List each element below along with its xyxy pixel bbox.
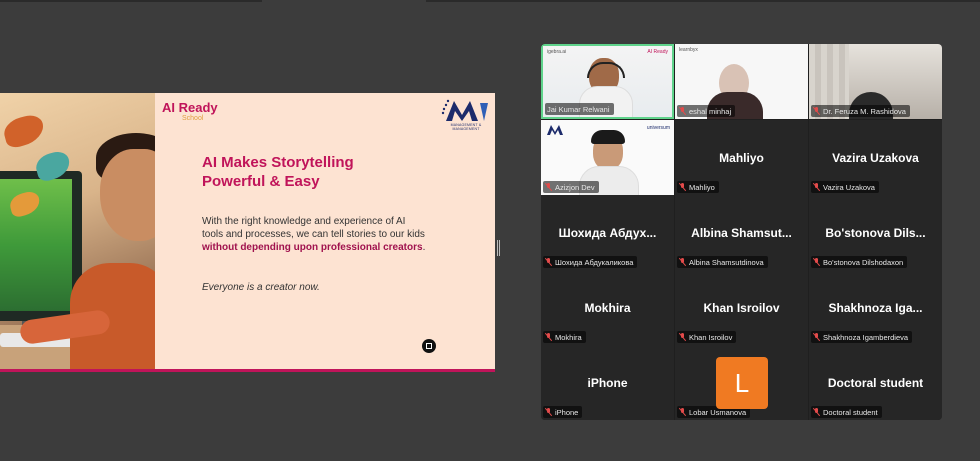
logo-m-caption: MANAGEMENT & MANAGEMENT <box>450 123 482 131</box>
resize-divider-handle[interactable] <box>497 240 500 256</box>
participant-name-tag: eshal minhaj <box>677 105 736 117</box>
top-toolbar-strip-right <box>426 0 980 2</box>
mic-muted-icon <box>813 408 820 416</box>
participant-name: Mahliyo <box>689 182 715 192</box>
illustration-child-head <box>100 149 155 241</box>
logo-sub-text: School <box>182 115 204 122</box>
shared-screen-slide: AI Ready School MANAGEMENT & MANAGEMENT … <box>0 93 495 372</box>
slide-title: AI Makes Storytelling Powerful & Easy <box>202 153 462 191</box>
participant-tile-mahliyo[interactable]: Mahliyo Mahliyo <box>675 120 808 195</box>
participant-tile-eshal[interactable]: learnbyx eshal minhaj <box>675 44 808 119</box>
participant-name-tag: Doctoral student <box>811 406 882 418</box>
m-logo-icon <box>547 125 563 135</box>
participant-tile-mokhira[interactable]: Mokhira Mokhira <box>541 270 674 345</box>
participant-tile-vazira[interactable]: Vazira Uzakova Vazira Uzakova <box>809 120 942 195</box>
mic-muted-icon <box>545 408 552 416</box>
participant-name: Shakhnoza Igamberdieva <box>823 332 909 342</box>
participant-name-tag: Shakhnoza Igamberdieva <box>811 331 913 343</box>
mic-muted-icon <box>545 258 552 266</box>
slide-body-text: With the right knowledge and experience … <box>202 215 428 254</box>
mic-muted-icon <box>679 408 686 416</box>
participant-tile-bostonova[interactable]: Bo'stonova Dils... Bo'stonova Dilshodaxo… <box>809 195 942 270</box>
mic-muted-icon <box>545 183 552 191</box>
participant-name-tag: Bo'stonova Dilshodaxon <box>811 256 908 268</box>
participant-tile-shokhida[interactable]: Шохида Абдух... Шохида Абдукаликова <box>541 195 674 270</box>
participant-name: Azizjon Dev <box>555 182 595 192</box>
participant-name-tag: Khan Isroilov <box>677 331 737 343</box>
participant-name: Шохида Абдукаликова <box>555 257 634 267</box>
slide-body-plain: With the right knowledge and experience … <box>202 216 425 240</box>
mic-muted-icon <box>813 183 820 191</box>
mic-muted-icon <box>813 107 820 115</box>
participant-name-tag: iPhone <box>543 406 583 418</box>
slide-bottom-bar <box>0 369 495 372</box>
participant-name: iPhone <box>555 407 579 417</box>
m-logo-icon <box>441 99 488 121</box>
mic-muted-icon <box>679 258 686 266</box>
tile-logo-text: AI Ready <box>647 49 668 55</box>
slide-title-line-2: Powerful & Easy <box>202 173 320 190</box>
participant-name-tag: Dr. Feruza M. Rashidova <box>811 105 910 117</box>
slide-title-line-1: AI Makes Storytelling <box>202 154 354 171</box>
participant-tile-iphone[interactable]: iPhone iPhone <box>541 345 674 420</box>
slide-illustration <box>0 93 155 369</box>
participant-name: Vazira Uzakova <box>823 182 875 192</box>
participant-name: Mokhira <box>555 332 582 342</box>
participant-name-tag: Albina Shamsutdinova <box>677 256 768 268</box>
participant-name: eshal minhaj <box>689 106 732 116</box>
participant-tile-khan[interactable]: Khan Isroilov Khan Isroilov <box>675 270 808 345</box>
tile-logo-text: igebra.ai <box>547 49 567 55</box>
participant-name-tag: Vazira Uzakova <box>811 181 879 193</box>
participant-gallery: igebra.ai AI Ready Jai Kumar Relwani lea… <box>541 44 942 420</box>
participant-tile-albina[interactable]: Albina Shamsut... Albina Shamsutdinova <box>675 195 808 270</box>
mic-muted-icon <box>679 333 686 341</box>
participant-name: Jai Kumar Relwani <box>547 104 610 114</box>
tile-logo-text: universum <box>646 125 670 131</box>
slide-body-bold: without depending upon professional crea… <box>202 242 423 253</box>
logo-main-text: AI Ready <box>162 100 218 115</box>
illustration-dragon <box>1 112 47 150</box>
participant-name: Khan Isroilov <box>689 332 733 342</box>
participant-name: Dr. Feruza M. Rashidova <box>823 106 906 116</box>
participant-tile-doctoral[interactable]: Doctoral student Doctoral student <box>809 345 942 420</box>
mic-muted-icon <box>679 107 686 115</box>
mic-muted-icon <box>545 333 552 341</box>
participant-avatar: L <box>716 357 768 409</box>
participant-name-tag: Jai Kumar Relwani <box>545 103 614 115</box>
mic-muted-icon <box>813 333 820 341</box>
participant-name: Doctoral student <box>823 407 878 417</box>
tile-logo-text: learnbyx <box>679 47 698 53</box>
slide-note: Everyone is a creator now. <box>202 282 320 293</box>
slide-body-end: . <box>422 242 426 253</box>
slide-control-icon[interactable] <box>422 339 436 353</box>
participant-name-tag: Mahliyo <box>677 181 719 193</box>
mic-muted-icon <box>679 183 686 191</box>
participant-name-tag: Шохида Абдукаликова <box>543 256 638 268</box>
participant-name-tag: Mokhira <box>543 331 586 343</box>
participant-tile-jai[interactable]: igebra.ai AI Ready Jai Kumar Relwani <box>541 44 674 119</box>
mic-muted-icon <box>813 258 820 266</box>
top-toolbar-strip-left <box>0 0 262 2</box>
participant-tile-azizjon[interactable]: universum Azizjon Dev <box>541 120 674 195</box>
participant-name-tag: Azizjon Dev <box>543 181 599 193</box>
participant-tile-shakhnoza[interactable]: Shakhnoza Iga... Shakhnoza Igamberdieva <box>809 270 942 345</box>
participant-tile-feruza[interactable]: Dr. Feruza M. Rashidova <box>809 44 942 119</box>
ai-ready-school-logo: AI Ready School <box>162 101 232 127</box>
participant-name: Bo'stonova Dilshodaxon <box>823 257 904 267</box>
participant-name: Albina Shamsutdinova <box>689 257 764 267</box>
management-logo: MANAGEMENT & MANAGEMENT <box>440 97 492 131</box>
